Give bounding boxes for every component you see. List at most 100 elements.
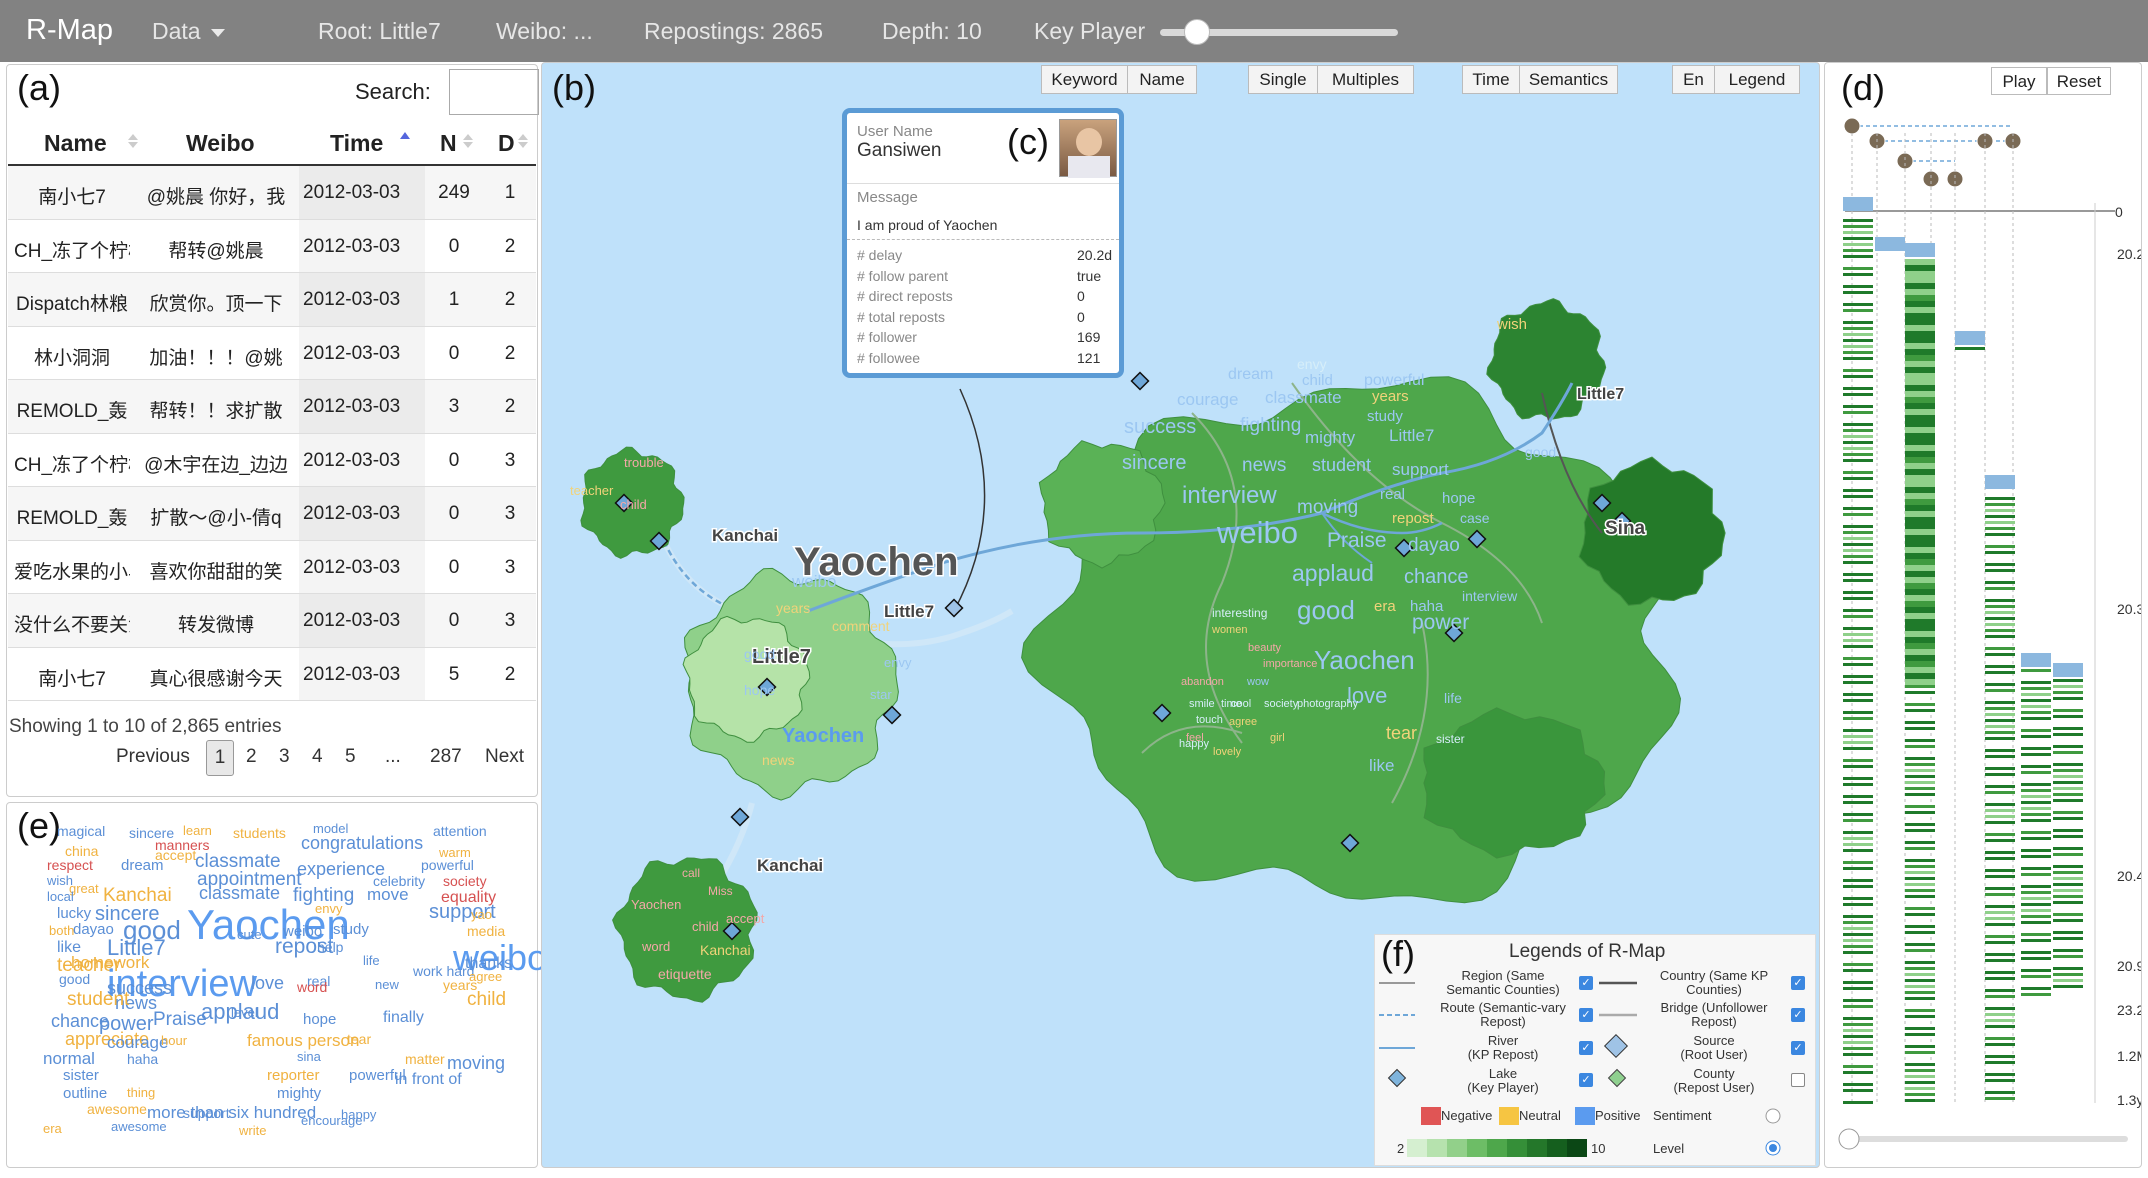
word-cloud-word[interactable]: encourage <box>301 1113 362 1128</box>
pagination-page-1[interactable]: 1 <box>206 740 234 776</box>
map-word[interactable]: weibo <box>791 572 836 591</box>
map-word[interactable]: Yaochen <box>1314 645 1415 675</box>
map-word[interactable]: comment <box>832 618 890 634</box>
map-word[interactable]: lovely <box>1213 746 1242 758</box>
word-cloud-word[interactable]: dream <box>121 857 164 874</box>
column-name[interactable]: Name <box>44 130 107 157</box>
word-cloud-word[interactable]: experience <box>297 859 385 880</box>
sort-icon[interactable] <box>128 134 138 140</box>
map-word[interactable]: like <box>1369 756 1395 775</box>
map-word[interactable]: study <box>1367 408 1403 425</box>
word-cloud-word[interactable]: normal <box>43 1049 95 1069</box>
map-word[interactable]: years <box>776 600 810 616</box>
map-word[interactable]: touch <box>1196 714 1223 726</box>
word-cloud-word[interactable]: tear <box>347 1031 371 1047</box>
word-cloud-word[interactable]: study <box>333 921 369 938</box>
table-row[interactable]: 林小洞洞 加油！！！@姚 2012-03-03 0 2 <box>8 326 536 380</box>
word-cloud-word[interactable]: reporter <box>267 1067 320 1084</box>
map-word[interactable]: news <box>762 752 795 768</box>
column-time[interactable]: Time <box>330 130 383 157</box>
map-word[interactable]: student <box>1312 455 1371 475</box>
map-word[interactable]: success <box>1124 416 1196 438</box>
map-word[interactable]: real <box>1380 486 1405 503</box>
bridge-checkbox[interactable]: ✓ <box>1791 1008 1805 1022</box>
map-word[interactable]: feel <box>1186 732 1204 744</box>
table-row[interactable]: Dispatch林粮 欣赏你。顶一下 2012-03-03 1 2 <box>8 273 536 327</box>
map-word[interactable]: child <box>1302 372 1333 389</box>
table-row[interactable]: REMOLD_轰 扩散～@小-倩q 2012-03-03 0 3 <box>8 487 536 541</box>
map-word[interactable]: good <box>1525 444 1556 460</box>
map-word[interactable]: star <box>870 687 892 702</box>
map-word[interactable]: tear <box>1386 723 1417 743</box>
word-cloud-word[interactable]: powerful <box>421 857 474 873</box>
word-cloud-word[interactable]: sina <box>297 1049 321 1064</box>
word-cloud-word[interactable]: courage <box>107 1033 168 1053</box>
map-word[interactable]: dayao <box>1408 535 1460 556</box>
word-cloud-word[interactable]: attention <box>433 823 487 839</box>
key-player-slider-knob[interactable] <box>1184 19 1210 45</box>
map-word[interactable]: smile <box>1189 698 1215 710</box>
river-checkbox[interactable]: ✓ <box>1579 1041 1593 1055</box>
map-word[interactable]: hope <box>1442 490 1475 507</box>
map-word[interactable]: repost <box>1392 510 1435 527</box>
map-word[interactable]: Miss <box>708 884 733 898</box>
source-checkbox[interactable]: ✓ <box>1791 1041 1805 1055</box>
sort-icon[interactable] <box>128 142 138 148</box>
sentiment-radio[interactable] <box>1765 1108 1781 1124</box>
map-word[interactable]: good <box>744 646 775 662</box>
map-word[interactable]: agree <box>1229 716 1257 728</box>
map-word[interactable]: years <box>1372 388 1409 405</box>
map-word[interactable]: Yaochen <box>631 897 681 912</box>
word-cloud-word[interactable]: new <box>375 977 399 992</box>
word-cloud-word[interactable]: child <box>467 989 506 1011</box>
word-cloud-word[interactable]: cute <box>237 927 262 942</box>
country-checkbox[interactable]: ✓ <box>1791 976 1805 990</box>
map-word[interactable]: weibo <box>1216 515 1298 550</box>
map-word[interactable]: powerful <box>1364 372 1424 389</box>
map-word[interactable]: sister <box>1436 732 1465 746</box>
word-cloud-word[interactable]: more than six hundred <box>147 1103 316 1123</box>
word-cloud-word[interactable]: awesome <box>87 1101 147 1117</box>
map-word[interactable]: case <box>1460 510 1490 526</box>
word-cloud-word[interactable]: help <box>317 939 343 955</box>
word-cloud-word[interactable]: yao <box>471 907 492 922</box>
word-cloud-word[interactable]: thing <box>127 1085 155 1100</box>
word-cloud-word[interactable]: awesome <box>111 1119 167 1134</box>
map-word[interactable]: girl <box>1270 732 1285 744</box>
map-word[interactable]: word <box>641 939 670 954</box>
map-word[interactable]: photography <box>1297 698 1359 710</box>
map-word[interactable]: moving <box>1297 497 1358 518</box>
map-word[interactable]: envy <box>1297 356 1327 372</box>
pagination-next[interactable]: Next <box>485 746 524 768</box>
word-cloud-word[interactable]: hope <box>303 1011 336 1028</box>
legend-button[interactable]: Legend <box>1714 65 1800 94</box>
map-word[interactable]: abandon <box>1181 676 1224 688</box>
word-cloud-word[interactable]: mighty <box>277 1085 321 1102</box>
word-cloud-word[interactable]: hour <box>161 1033 187 1048</box>
time-button[interactable]: Time <box>1462 65 1520 94</box>
pagination-page-4[interactable]: 4 <box>312 746 323 768</box>
map-word[interactable]: call <box>682 866 700 880</box>
sort-icon[interactable] <box>463 134 473 140</box>
region-checkbox[interactable]: ✓ <box>1579 976 1593 990</box>
map-word[interactable]: beauty <box>1248 642 1282 654</box>
sort-icon[interactable] <box>518 134 528 140</box>
map-word[interactable]: Kanchai <box>700 942 751 958</box>
word-cloud-word[interactable]: word <box>297 979 327 995</box>
word-cloud-word[interactable]: magical <box>57 823 105 839</box>
pagination-previous[interactable]: Previous <box>116 746 190 768</box>
pagination-page-287[interactable]: 287 <box>430 746 462 768</box>
word-cloud-word[interactable]: lucky <box>57 905 91 922</box>
name-button[interactable]: Name <box>1127 65 1197 94</box>
map-word[interactable]: mighty <box>1305 428 1356 447</box>
map-word[interactable]: life <box>1444 690 1462 706</box>
semantics-button[interactable]: Semantics <box>1519 65 1618 94</box>
word-cloud-word[interactable]: both <box>49 923 74 938</box>
word-cloud-word[interactable]: finally <box>383 1009 424 1027</box>
map-word[interactable]: courage <box>1177 390 1238 409</box>
app-brand[interactable]: R-Map <box>26 14 113 47</box>
map-word[interactable]: support <box>1392 460 1449 479</box>
word-cloud-word[interactable]: congratulations <box>301 833 423 854</box>
table-row[interactable]: 南小七7 真心很感谢今天 2012-03-03 5 2 <box>8 647 536 701</box>
map-word[interactable]: dream <box>1228 366 1273 383</box>
